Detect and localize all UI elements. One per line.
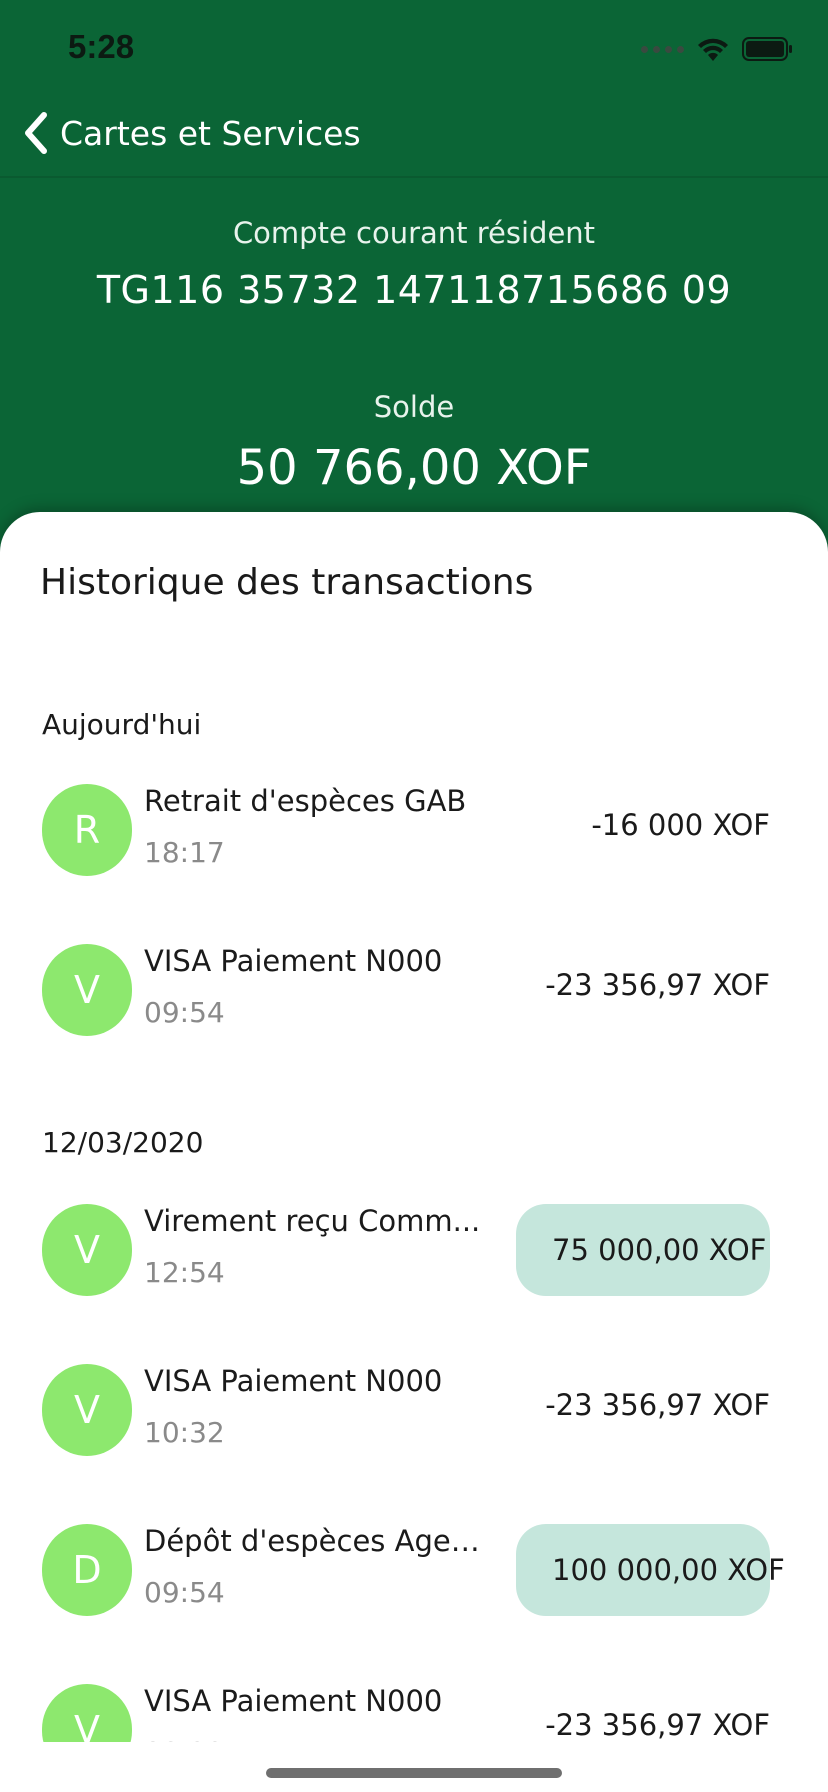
transaction-time: 09:54 bbox=[144, 1576, 225, 1609]
transaction-avatar: R bbox=[42, 784, 132, 876]
transaction-label: Virement reçu Comm... bbox=[144, 1204, 481, 1238]
section-date: Aujourd'hui bbox=[42, 708, 202, 741]
list-clip bbox=[0, 1742, 828, 1792]
battery-icon bbox=[742, 37, 792, 61]
transaction-amount: -23 356,97 XOF bbox=[545, 1388, 770, 1422]
balance-label: Solde bbox=[373, 390, 455, 424]
transaction-amount: -16 000 XOF bbox=[591, 808, 770, 842]
transaction-amount-credit: 100 000,00 XOF bbox=[516, 1524, 785, 1616]
status-icons bbox=[641, 34, 794, 64]
transaction-label: Dépôt d'espèces Agen... bbox=[144, 1524, 484, 1558]
transaction-avatar: V bbox=[42, 1364, 132, 1456]
navigation-bar: Cartes et Services bbox=[0, 100, 828, 178]
account-type: Compte courant résident bbox=[232, 216, 596, 250]
back-button[interactable]: Cartes et Services bbox=[22, 108, 361, 158]
status-time: 5:28 bbox=[68, 28, 135, 65]
back-label: Cartes et Services bbox=[60, 113, 361, 153]
transaction-time: 18:17 bbox=[144, 836, 225, 869]
transaction-amount: -23 356,97 XOF bbox=[545, 1708, 770, 1742]
account-number: TG116 35732 147118715686 09 bbox=[96, 268, 732, 312]
transaction-label: VISA Paiement N000 bbox=[144, 1684, 443, 1718]
transaction-time: 10:32 bbox=[144, 1416, 225, 1449]
transaction-row[interactable]: V VISA Paiement N000 10:32 -23 356,97 XO… bbox=[42, 1364, 770, 1456]
status-bar: 5:28 bbox=[0, 0, 828, 100]
transaction-time: 09:54 bbox=[144, 996, 225, 1029]
transaction-amount: -23 356,97 XOF bbox=[545, 968, 770, 1002]
transaction-label: VISA Paiement N000 bbox=[144, 1364, 443, 1398]
home-indicator[interactable] bbox=[266, 1768, 562, 1778]
wifi-icon bbox=[698, 38, 728, 61]
transaction-row[interactable]: V VISA Paiement N000 09:54 -23 356,97 XO… bbox=[42, 944, 770, 1036]
chevron-left-icon bbox=[25, 112, 47, 154]
transaction-avatar: V bbox=[42, 944, 132, 1036]
transaction-history-sheet[interactable]: Historique des transactions Aujourd'hui … bbox=[0, 512, 828, 1792]
transaction-amount-credit: 75 000,00 XOF bbox=[516, 1204, 770, 1296]
transaction-time: 12:54 bbox=[144, 1256, 225, 1289]
transaction-label: Retrait d'espèces GAB bbox=[144, 784, 467, 818]
section-date: 12/03/2020 bbox=[42, 1126, 204, 1159]
transaction-label: VISA Paiement N000 bbox=[144, 944, 443, 978]
history-title: Historique des transactions bbox=[40, 562, 534, 603]
transaction-row[interactable]: R Retrait d'espèces GAB 18:17 -16 000 XO… bbox=[42, 784, 770, 876]
transaction-row[interactable]: V Virement reçu Comm... 12:54 75 000,00 … bbox=[42, 1204, 770, 1296]
cellular-signal-icon bbox=[641, 45, 684, 53]
transaction-avatar: D bbox=[42, 1524, 132, 1616]
balance-amount: 50 766,00 XOF bbox=[236, 440, 592, 496]
account-summary: Compte courant résident TG116 35732 1471… bbox=[0, 176, 828, 516]
transaction-row[interactable]: D Dépôt d'espèces Agen... 09:54 100 000,… bbox=[42, 1524, 785, 1616]
transaction-avatar: V bbox=[42, 1204, 132, 1296]
